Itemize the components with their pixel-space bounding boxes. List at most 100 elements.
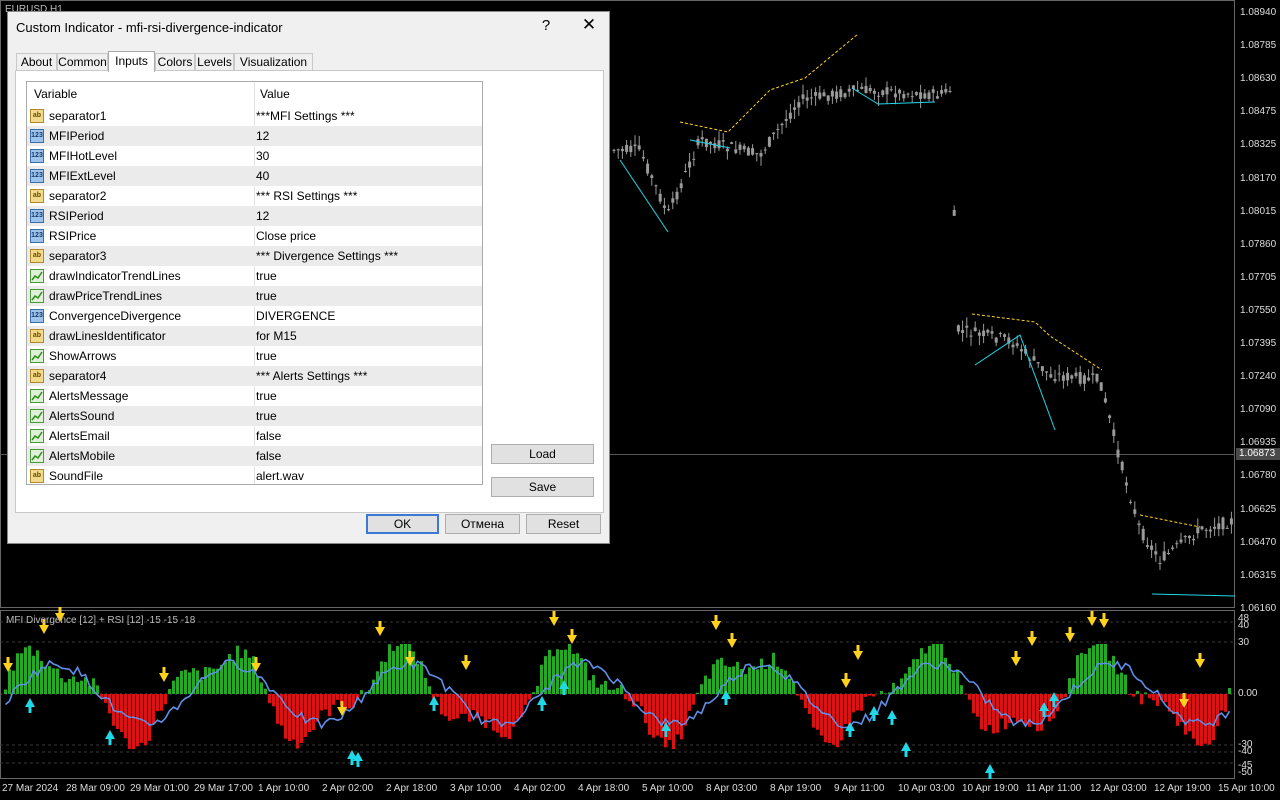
candle-body [1070, 375, 1074, 379]
param-value[interactable]: true [256, 346, 277, 366]
histogram-bar [624, 694, 627, 700]
param-row[interactable]: AlertsMessage true [27, 386, 482, 406]
candle-body [847, 88, 851, 92]
ok-button[interactable]: OK [366, 514, 439, 534]
candle-body [931, 89, 935, 93]
param-value[interactable]: true [256, 386, 277, 406]
param-row[interactable]: 123 MFIPeriod 12 [27, 126, 482, 146]
param-row[interactable]: ShowArrows true [27, 346, 482, 366]
load-button[interactable]: Load [491, 444, 594, 464]
time-tick-label: 10 Apr 03:00 [898, 783, 955, 794]
candle-body [776, 129, 780, 131]
variable-column-header[interactable]: Variable [27, 82, 77, 106]
save-button[interactable]: Save [491, 477, 594, 497]
param-value[interactable]: *** Alerts Settings *** [256, 366, 367, 386]
param-row[interactable]: ab separator2 *** RSI Settings *** [27, 186, 482, 206]
candle-body [1003, 334, 1007, 337]
param-value[interactable]: *** Divergence Settings *** [256, 246, 398, 266]
param-row[interactable]: ab SoundFile alert.wav [27, 466, 482, 484]
histogram-bar [452, 694, 455, 720]
param-row[interactable]: 123 ConvergenceDivergence DIVERGENCE [27, 306, 482, 326]
param-value[interactable]: true [256, 406, 277, 426]
histogram-bar [968, 694, 971, 700]
param-value[interactable]: true [256, 266, 277, 286]
tab-levels[interactable]: Levels [195, 53, 234, 70]
time-tick-label: 9 Apr 11:00 [834, 783, 885, 794]
param-value[interactable]: DIVERGENCE [256, 306, 335, 326]
param-row[interactable]: AlertsEmail false [27, 426, 482, 446]
up-arrow-icon [105, 730, 115, 745]
param-value[interactable]: true [256, 286, 277, 306]
histogram-bar [920, 648, 923, 694]
param-value[interactable]: Close price [256, 226, 316, 246]
param-value[interactable]: false [256, 426, 281, 446]
param-name: RSIPeriod [49, 209, 104, 223]
down-arrow-icon [841, 673, 851, 688]
param-value[interactable]: 12 [256, 126, 269, 146]
param-value[interactable]: 40 [256, 166, 269, 186]
param-value[interactable]: 30 [256, 146, 269, 166]
candle-body [612, 149, 616, 151]
inputs-table: Variable Value ab separator1 ***MFI Settin… [26, 81, 483, 485]
param-row[interactable]: 123 RSIPeriod 12 [27, 206, 482, 226]
candle-body [1183, 535, 1187, 538]
tab-colors[interactable]: Colors [155, 53, 195, 70]
param-row[interactable]: 123 RSIPrice Close price [27, 226, 482, 246]
reset-button[interactable]: Reset [526, 514, 601, 534]
tab-inputs[interactable]: Inputs [108, 51, 155, 72]
candle-body [1120, 461, 1124, 471]
histogram-bar [692, 694, 695, 705]
param-row[interactable]: ab separator3 *** Divergence Settings *** [27, 246, 482, 266]
param-row[interactable]: drawIndicatorTrendLines true [27, 266, 482, 286]
histogram-bar [324, 694, 327, 710]
param-name: AlertsEmail [49, 429, 110, 443]
histogram-bar [1224, 694, 1227, 712]
boolean-type-icon [30, 289, 44, 303]
candle-body [814, 92, 818, 96]
time-tick-label: 27 Mar 2024 [2, 783, 59, 794]
candle-body [906, 93, 910, 95]
candle-body [646, 163, 650, 174]
cancel-button[interactable]: Отмена [445, 514, 520, 534]
histogram-bar [1024, 694, 1027, 725]
param-row[interactable]: 123 MFIExtLevel 40 [27, 166, 482, 186]
param-value[interactable]: for M15 [256, 326, 297, 346]
histogram-bar [676, 694, 679, 735]
param-row[interactable]: ab drawLinesIdentificator for M15 [27, 326, 482, 346]
candle-body [1011, 344, 1015, 348]
param-row[interactable]: ab separator1 ***MFI Settings *** [27, 106, 482, 126]
candle-body [650, 175, 654, 178]
tab-visualization[interactable]: Visualization [234, 53, 313, 70]
histogram-bar [932, 644, 935, 694]
tab-about[interactable]: About [16, 53, 57, 70]
param-value[interactable]: alert.wav [256, 466, 304, 484]
param-value[interactable]: ***MFI Settings *** [256, 106, 355, 126]
histogram-bar [1128, 694, 1131, 695]
param-row[interactable]: AlertsMobile false [27, 446, 482, 466]
param-row[interactable]: ab separator4 *** Alerts Settings *** [27, 366, 482, 386]
histogram-bar [716, 659, 719, 694]
candle-body [738, 144, 742, 150]
help-button[interactable]: ? [538, 17, 554, 34]
candle-body [616, 149, 620, 151]
param-value[interactable]: *** RSI Settings *** [256, 186, 357, 206]
histogram-bar [1084, 654, 1087, 694]
histogram-bar [784, 670, 787, 694]
candle-body [625, 144, 629, 152]
param-value[interactable]: 12 [256, 206, 269, 226]
param-row[interactable]: 123 MFIHotLevel 30 [27, 146, 482, 166]
boolean-type-icon [30, 429, 44, 443]
histogram-bar [28, 645, 31, 694]
histogram-bar [292, 694, 295, 740]
value-column-header[interactable]: Value [253, 82, 290, 106]
time-tick-label: 5 Apr 10:00 [642, 783, 694, 794]
close-icon[interactable]: ✕ [580, 15, 598, 35]
candle-body [1112, 429, 1116, 436]
param-row[interactable]: drawPriceTrendLines true [27, 286, 482, 306]
tab-common[interactable]: Common [57, 53, 108, 70]
param-value[interactable]: false [256, 446, 281, 466]
histogram-bar [800, 694, 803, 700]
candle-body [973, 327, 977, 332]
param-row[interactable]: AlertsSound true [27, 406, 482, 426]
boolean-type-icon [30, 389, 44, 403]
